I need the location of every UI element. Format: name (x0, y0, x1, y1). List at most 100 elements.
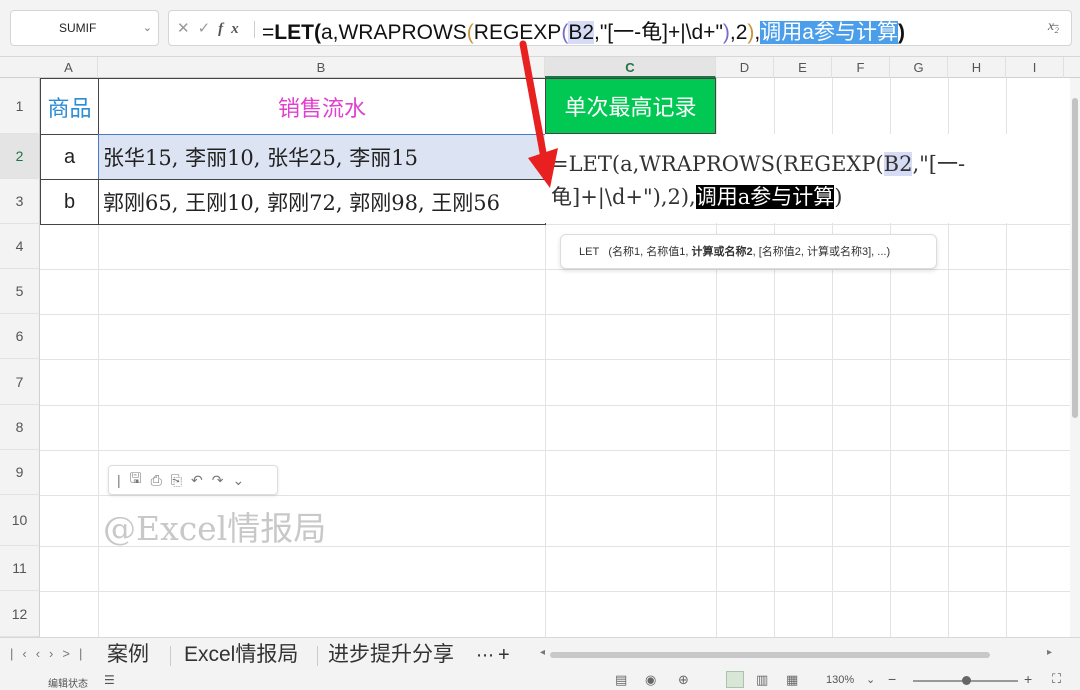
expand-formula-icon[interactable]: x̶₂ (1048, 19, 1059, 35)
tab-anli[interactable]: 案例 (107, 641, 149, 669)
editor-ref-b2: B2 (883, 152, 913, 176)
cell-c1[interactable]: 单次最高记录 (545, 78, 716, 134)
cell-a1[interactable]: 商品 (40, 78, 99, 135)
formula-pattern: ,"[一-龟]+|\d+" (594, 21, 723, 44)
cell-b3[interactable]: 郭刚65, 王刚10, 郭刚72, 郭刚98, 王刚56 (98, 179, 546, 225)
scroll-left-icon[interactable]: ◂ (540, 647, 545, 658)
col-header-i[interactable]: I (1006, 57, 1064, 78)
editor-text: =LET(a,WRAPROWS(REGEXP( (551, 152, 884, 176)
scroll-right-icon[interactable]: ▸ (1047, 647, 1052, 658)
cell-a2[interactable]: a (40, 134, 99, 180)
mini-toolbar: | 🖫 ⎙ ⎘ ↶ ↷ ⌄ (108, 465, 278, 495)
editor-text: ,"[一- (912, 152, 966, 176)
layout-icon[interactable]: ▤ (615, 672, 627, 688)
col-header-d[interactable]: D (716, 57, 774, 78)
vertical-scrollbar[interactable] (1070, 78, 1080, 637)
formula-cols: ,2 (729, 21, 748, 44)
col-header-g[interactable]: G (890, 57, 948, 78)
formula-paren: ) (722, 21, 730, 44)
formula-eq: = (262, 21, 275, 44)
cell-b2[interactable]: 张华15, 李丽10, 张华25, 李丽15 (98, 134, 546, 180)
row-header-3[interactable]: 3 (0, 179, 40, 224)
formula-paren: ) (897, 21, 905, 44)
eye-icon[interactable]: ◉ (645, 672, 656, 688)
page-break-icon[interactable]: ▦ (786, 672, 798, 688)
formula-buttons: ✕✓fx (177, 19, 247, 38)
fullscreen-icon[interactable]: ⛶ (1052, 671, 1061, 687)
tab-excel-qingbaoju[interactable]: Excel情报局 (184, 641, 298, 669)
col-header-e[interactable]: E (774, 57, 832, 78)
tooltip-args: (名称1, 名称值1, (608, 246, 692, 258)
horizontal-scrollbar[interactable] (550, 652, 990, 658)
crosshair-icon[interactable]: ⊕ (678, 672, 689, 688)
editor-text: ) (834, 185, 843, 209)
chevron-down-icon[interactable]: ⌄ (232, 472, 244, 489)
row-header-5[interactable]: 5 (0, 269, 40, 314)
print-icon[interactable]: ⎙ (151, 472, 162, 489)
zoom-level[interactable]: 130% (826, 674, 854, 686)
row-header-11[interactable]: 11 (0, 546, 40, 591)
row-header-10[interactable]: 10 (0, 495, 40, 546)
formula-input[interactable]: ✕✓fx =LET(a,WRAPROWS(REGEXP(B2,"[一-龟]+|\… (168, 10, 1072, 46)
tooltip-fn: LET (579, 246, 600, 258)
name-box[interactable]: SUMIF ⌄ (10, 10, 159, 46)
tooltip-args: , [名称值2, 计算或名称3], ...) (752, 246, 891, 258)
formula-wraprows: a,WRAPROWS (320, 21, 467, 44)
tab-jinbu[interactable]: 进步提升分享 (328, 641, 454, 669)
redo-icon[interactable]: ↷ (212, 472, 224, 489)
name-box-value: SUMIF (59, 21, 97, 35)
scrollbar-thumb[interactable] (1072, 98, 1078, 418)
row-header-1[interactable]: 1 (0, 78, 40, 134)
fx-icon[interactable]: fx (218, 21, 247, 37)
col-header-c[interactable]: C (545, 57, 716, 78)
row-header-8[interactable]: 8 (0, 405, 40, 450)
watermark: @Excel情报局 (103, 509, 327, 548)
tooltip-current-arg: 计算或名称2 (691, 246, 753, 258)
formula-text[interactable]: =LET(a,WRAPROWS(REGEXP(B2,"[一-龟]+|\d+"),… (262, 16, 905, 46)
sheet-nav-icons[interactable]: |‹‹›>| (10, 646, 91, 661)
divider (170, 646, 171, 666)
col-header-h[interactable]: H (948, 57, 1006, 78)
status-bar: 编辑状态 ☰ ▤ ◉ ⊕ ▥ ▦ 130% ⌄ − + ⛶ (0, 671, 1080, 690)
cell-b1[interactable]: 销售流水 (98, 78, 546, 135)
row-header-7[interactable]: 7 (0, 359, 40, 405)
editor-text: 龟]+|\d+"),2), (551, 185, 696, 209)
cancel-icon[interactable]: ✕ (177, 19, 198, 37)
col-header-a[interactable]: A (40, 57, 98, 78)
print-preview-icon[interactable]: ⎘ (171, 472, 182, 489)
formula-ref-b2: B2 (568, 21, 594, 44)
confirm-icon[interactable]: ✓ (198, 19, 219, 37)
save-icon[interactable]: 🖫 (130, 468, 142, 492)
cell-a3[interactable]: b (40, 179, 99, 225)
chevron-down-icon[interactable]: ⌄ (866, 673, 875, 686)
divider (254, 21, 255, 38)
notes-icon[interactable]: ☰ (104, 673, 115, 687)
zoom-slider-handle[interactable] (962, 676, 971, 685)
arrow-annotation (519, 40, 558, 188)
row-header-6[interactable]: 6 (0, 314, 40, 359)
function-tooltip: LET (名称1, 名称值1, 计算或名称2, [名称值2, 计算或名称3], … (560, 234, 937, 269)
divider (317, 646, 318, 666)
editor-selected-text: 调用a参与计算 (695, 185, 835, 209)
normal-view-button[interactable] (726, 671, 744, 688)
row-header-12[interactable]: 12 (0, 591, 40, 637)
page-layout-icon[interactable]: ▥ (756, 672, 768, 688)
col-header-f[interactable]: F (832, 57, 890, 78)
zoom-in-icon[interactable]: + (1024, 671, 1032, 687)
add-sheet-icon[interactable]: + (498, 641, 510, 669)
cell-editor-c2[interactable]: =LET(a,WRAPROWS(REGEXP(B2,"[一- 龟]+|\d+")… (545, 134, 1070, 223)
zoom-out-icon[interactable]: − (888, 671, 896, 687)
formula-let: LET (274, 21, 314, 44)
row-header-4[interactable]: 4 (0, 224, 40, 269)
formula-paren: ( (313, 21, 321, 44)
formula-selected-text: 调用a参与计算 (760, 21, 898, 44)
row-header-9[interactable]: 9 (0, 450, 40, 495)
undo-icon[interactable]: ↶ (191, 472, 203, 489)
text-cursor-icon[interactable]: | (117, 472, 121, 488)
chevron-down-icon[interactable]: ⌄ (143, 21, 152, 34)
col-header-b[interactable]: B (98, 57, 545, 78)
row-header-2[interactable]: 2 (0, 134, 40, 179)
formula-paren: ( (466, 21, 474, 44)
status-mode: 编辑状态 (48, 679, 88, 690)
more-sheets-icon[interactable]: ⋯ (476, 641, 494, 669)
